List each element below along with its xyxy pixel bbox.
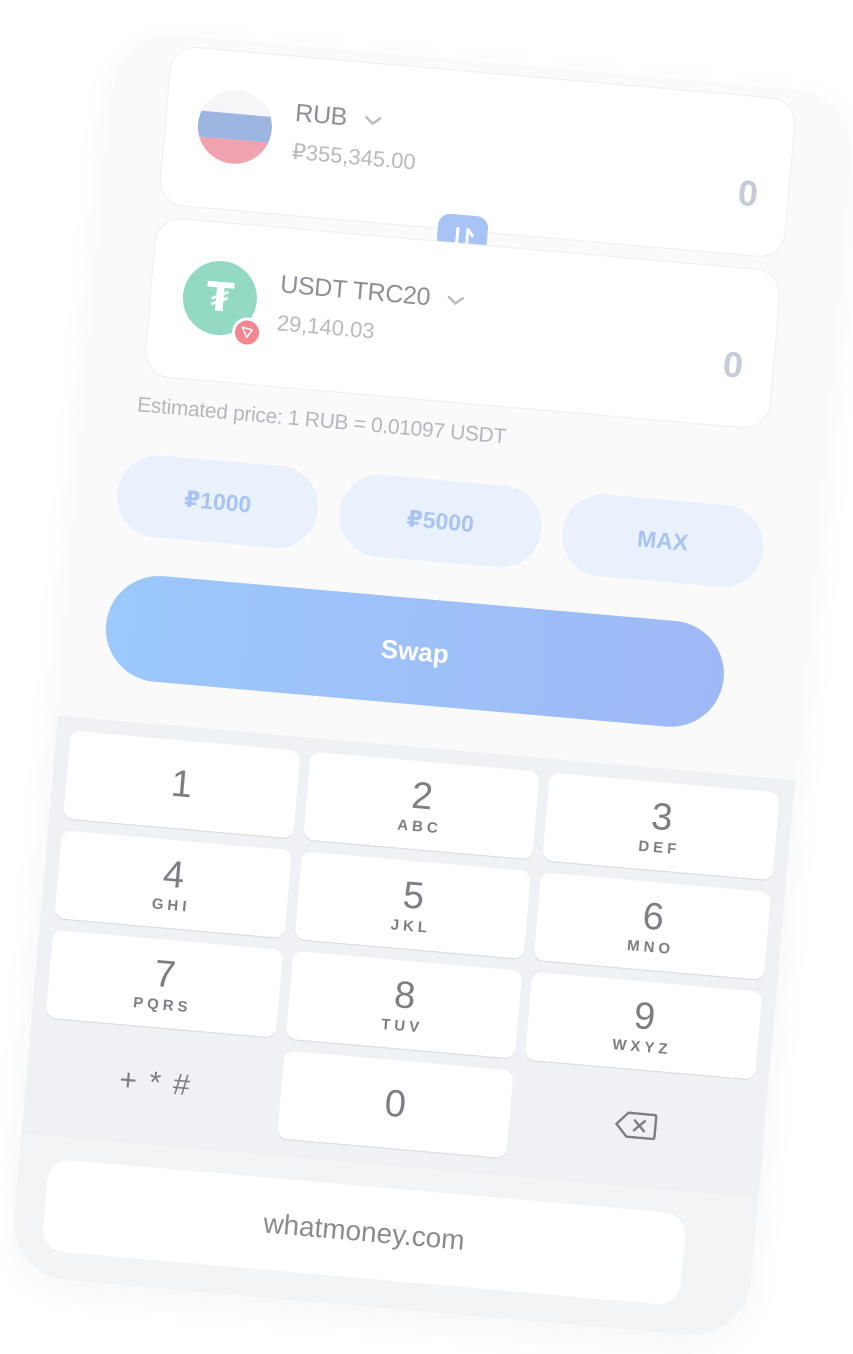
key-2[interactable]: 2 ABC — [302, 751, 541, 860]
from-currency-label: RUB — [294, 98, 349, 132]
tron-icon — [230, 316, 264, 349]
key-letters: DEF — [637, 837, 682, 858]
key-symbols[interactable]: + * # — [37, 1030, 274, 1138]
key-1[interactable]: 1 — [62, 730, 301, 839]
to-amount-input[interactable]: 0 — [721, 343, 745, 387]
preset-5000-button[interactable]: ₽5000 — [336, 471, 545, 571]
key-9[interactable]: 9 WXYZ — [525, 971, 763, 1080]
key-digit: 5 — [401, 873, 426, 918]
stage: RUB ₽355,345.00 0 ₮ USDT TRC20 29,140.03… — [0, 0, 853, 1354]
key-digit: 4 — [161, 852, 187, 897]
to-currency-label: USDT TRC20 — [279, 270, 432, 312]
key-digit: 0 — [382, 1082, 408, 1127]
chevron-down-icon — [364, 116, 381, 126]
amount-presets: ₽1000 ₽5000 MAX — [113, 452, 767, 591]
preset-1000-button[interactable]: ₽1000 — [113, 452, 322, 552]
numeric-keypad: 1 2 ABC 3 DEF 4 GHI 5 JKL 6 MNO 7 PQRS 8… — [21, 715, 796, 1199]
from-amount-input[interactable]: 0 — [736, 172, 760, 216]
chevron-down-icon — [447, 296, 464, 306]
key-digit: 9 — [632, 994, 657, 1039]
key-letters: JKL — [390, 915, 432, 937]
key-4[interactable]: 4 GHI — [54, 830, 292, 939]
key-letters: ABC — [396, 816, 443, 837]
key-digit: 6 — [640, 894, 666, 939]
swap-button[interactable]: Swap — [101, 571, 729, 732]
key-8[interactable]: 8 TUV — [285, 950, 523, 1059]
key-0[interactable]: 0 — [276, 1050, 515, 1159]
key-letters: PQRS — [132, 993, 193, 1016]
key-letters: GHI — [151, 894, 192, 916]
preset-max-button[interactable]: MAX — [558, 490, 767, 591]
russia-flag-icon — [194, 86, 275, 167]
key-letters: WXYZ — [611, 1035, 673, 1058]
key-3[interactable]: 3 DEF — [542, 772, 780, 881]
key-letters: MNO — [626, 936, 675, 958]
key-digit: 2 — [409, 774, 435, 818]
key-digit: 8 — [392, 973, 418, 1018]
from-balance: ₽355,345.00 — [290, 138, 417, 175]
to-currency-selector[interactable]: USDT TRC20 — [279, 270, 466, 315]
key-delete[interactable] — [516, 1071, 753, 1179]
from-currency-selector[interactable]: RUB — [294, 99, 383, 135]
to-balance: 29,140.03 — [275, 310, 376, 344]
phone-screen: RUB ₽355,345.00 0 ₮ USDT TRC20 29,140.03… — [8, 30, 853, 1340]
key-letters: TUV — [380, 1015, 424, 1036]
key-5[interactable]: 5 JKL — [293, 851, 532, 960]
key-digit: 1 — [169, 762, 195, 807]
key-6[interactable]: 6 MNO — [533, 872, 772, 981]
symbols-label: + * # — [118, 1063, 194, 1103]
key-digit: 7 — [152, 952, 178, 997]
key-digit: 3 — [649, 795, 675, 839]
backspace-icon — [614, 1111, 658, 1141]
key-7[interactable]: 7 PQRS — [45, 929, 283, 1038]
